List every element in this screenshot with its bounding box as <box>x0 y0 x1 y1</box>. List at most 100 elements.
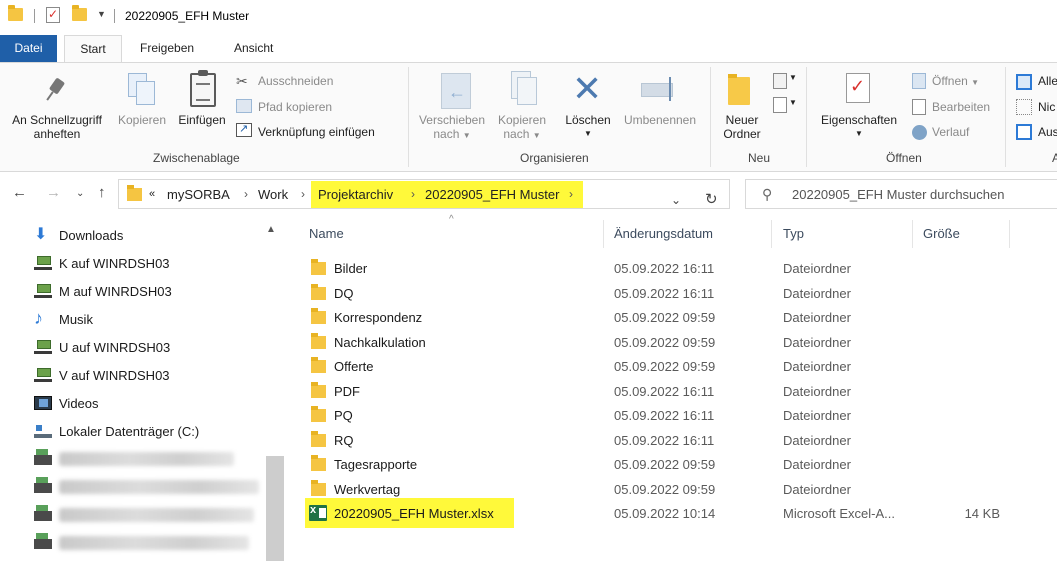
column-divider[interactable] <box>771 220 772 248</box>
select-all-button[interactable]: Alle <box>1038 74 1057 88</box>
table-row[interactable]: PDF 05.09.2022 16:11 Dateiordner <box>305 379 1025 403</box>
column-divider[interactable] <box>1009 220 1010 248</box>
breadcrumb-overflow[interactable]: « <box>149 188 155 200</box>
cut-button[interactable]: Ausschneiden <box>258 74 333 88</box>
breadcrumb-item-mysorba[interactable]: mySORBA <box>167 187 230 202</box>
table-row[interactable]: Tagesrapporte 05.09.2022 09:59 Dateiordn… <box>305 452 1025 476</box>
breadcrumb-chevron-icon[interactable]: › <box>301 187 305 201</box>
nav-item-redacted[interactable] <box>32 472 267 500</box>
paste-icon[interactable] <box>190 70 216 107</box>
breadcrumb-chevron-icon[interactable]: › <box>569 187 573 201</box>
column-header-type[interactable]: Typ <box>783 226 804 241</box>
copy-icon[interactable] <box>128 73 155 105</box>
invert-selection-button[interactable]: Aus <box>1038 125 1057 139</box>
copy-to-icon[interactable] <box>507 71 537 109</box>
file-type: Dateiordner <box>783 457 851 472</box>
new-item-icon[interactable] <box>773 73 787 89</box>
search-input[interactable]: 20220905_EFH Muster durchsuchen <box>792 187 1004 202</box>
chevron-down-icon[interactable]: ▼ <box>789 98 797 107</box>
paste-button[interactable]: Einfügen <box>172 113 232 127</box>
history-button[interactable]: Verlauf <box>932 125 969 139</box>
rename-button[interactable]: Umbenennen <box>617 113 703 127</box>
back-arrow-icon[interactable]: ← <box>12 184 27 201</box>
edit-button[interactable]: Bearbeiten <box>932 100 990 114</box>
copy-path-button[interactable]: Pfad kopieren <box>258 100 332 114</box>
column-header-size[interactable]: Größe <box>923 226 960 241</box>
nav-item-m-drive[interactable]: M auf WINRDSH03 <box>32 276 267 304</box>
move-to-icon[interactable] <box>441 73 471 109</box>
table-row[interactable]: Bilder 05.09.2022 16:11 Dateiordner <box>305 256 1025 280</box>
tab-share[interactable]: Freigeben <box>130 35 204 62</box>
up-arrow-icon[interactable]: ↑ <box>98 184 106 201</box>
column-divider[interactable] <box>603 220 604 248</box>
nav-item-downloads[interactable]: ⬇ Downloads <box>32 220 267 248</box>
tab-view[interactable]: Ansicht <box>224 35 283 62</box>
nav-item-v-drive[interactable]: V auf WINRDSH03 <box>32 360 267 388</box>
column-divider[interactable] <box>912 220 913 248</box>
nav-item-u-drive[interactable]: U auf WINRDSH03 <box>32 332 267 360</box>
chevron-down-icon: ▼ <box>855 129 863 138</box>
properties-quick-access-icon[interactable] <box>46 7 60 23</box>
nav-item-music[interactable]: ♪ Musik <box>32 304 267 332</box>
search-box[interactable]: ⚲ 20220905_EFH Muster durchsuchen <box>745 179 1057 209</box>
table-row[interactable]: Werkvertag 05.09.2022 09:59 Dateiordner <box>305 477 1025 501</box>
copy-to-button[interactable]: Kopieren nach ▼ <box>492 113 552 143</box>
chevron-down-icon[interactable]: ▼ <box>789 73 797 82</box>
copy-button[interactable]: Kopieren <box>113 113 171 127</box>
table-row[interactable]: 20220905_EFH Muster.xlsx 05.09.2022 10:1… <box>305 498 1025 528</box>
easy-access-icon[interactable] <box>773 97 787 113</box>
pin-to-quick-access-button[interactable]: An Schnellzugriff anheften <box>4 113 110 141</box>
address-bar[interactable]: « mySORBA › Work › Projektarchiv › 20220… <box>118 179 730 209</box>
select-none-button[interactable]: Nic <box>1038 100 1055 114</box>
download-icon: ⬇ <box>34 226 48 243</box>
nav-item-k-drive[interactable]: K auf WINRDSH03 <box>32 248 267 276</box>
new-folder-button[interactable]: Neuer Ordner <box>714 113 770 141</box>
nav-item-local-disk[interactable]: Lokaler Datenträger (C:) <box>32 416 267 444</box>
group-label-open: Öffnen <box>886 151 922 165</box>
tab-start[interactable]: Start <box>64 35 122 63</box>
scroll-up-arrow-icon[interactable]: ▲ <box>266 224 276 235</box>
pin-icon[interactable] <box>46 77 68 103</box>
properties-icon[interactable] <box>846 73 870 103</box>
breadcrumb-item-current[interactable]: 20220905_EFH Muster <box>425 187 559 202</box>
recent-locations-chevron-icon[interactable]: ⌄ <box>76 188 84 199</box>
table-row[interactable]: DQ 05.09.2022 16:11 Dateiordner <box>305 281 1025 305</box>
breadcrumb-chevron-icon[interactable]: › <box>244 187 248 201</box>
file-date: 05.09.2022 09:59 <box>614 334 716 350</box>
table-row[interactable]: Korrespondenz 05.09.2022 09:59 Dateiordn… <box>305 305 1025 329</box>
table-row[interactable]: Offerte 05.09.2022 09:59 Dateiordner <box>305 354 1025 378</box>
new-folder-quick-access-icon[interactable] <box>72 5 87 21</box>
scissors-icon: ✂ <box>236 73 248 89</box>
breadcrumb-chevron-icon[interactable]: › <box>411 187 415 201</box>
nav-item-redacted[interactable] <box>32 528 267 556</box>
move-label-text: nach <box>433 127 460 141</box>
properties-button[interactable]: Eigenschaften ▼ <box>812 113 906 141</box>
breadcrumb-item-work[interactable]: Work <box>258 187 288 202</box>
rename-icon[interactable] <box>641 77 677 101</box>
delete-button[interactable]: Löschen ▼ <box>560 113 616 141</box>
tab-file[interactable]: Datei <box>0 35 57 62</box>
table-row[interactable]: RQ 05.09.2022 16:11 Dateiordner <box>305 428 1025 452</box>
redacted-label <box>59 536 249 550</box>
address-dropdown-icon[interactable]: ⌄ <box>671 193 681 207</box>
nav-item-redacted[interactable] <box>32 444 267 472</box>
customize-quick-access-dropdown-icon[interactable]: ▼ <box>97 9 106 19</box>
column-header-date[interactable]: Änderungsdatum <box>614 226 713 241</box>
scrollbar-thumb[interactable] <box>266 456 284 561</box>
refresh-icon[interactable]: ↻ <box>705 190 718 208</box>
folder-icon <box>311 332 326 349</box>
table-row[interactable]: Nachkalkulation 05.09.2022 09:59 Dateior… <box>305 330 1025 354</box>
file-name: Nachkalkulation <box>334 334 426 350</box>
column-header-name[interactable]: Name <box>309 226 344 241</box>
nav-item-redacted[interactable] <box>32 500 267 528</box>
table-row[interactable]: PQ 05.09.2022 16:11 Dateiordner <box>305 403 1025 427</box>
move-to-button[interactable]: Verschieben nach ▼ <box>414 113 490 143</box>
paste-shortcut-button[interactable]: Verknüpfung einfügen <box>258 125 375 139</box>
open-button[interactable]: Öffnen ▼ <box>932 74 979 88</box>
new-folder-icon[interactable] <box>728 74 750 105</box>
forward-arrow-icon[interactable]: → <box>46 184 61 201</box>
breadcrumb-item-projektarchiv[interactable]: Projektarchiv <box>318 187 393 202</box>
nav-item-videos[interactable]: Videos <box>32 388 267 416</box>
network-drive-icon <box>34 505 52 521</box>
delete-icon[interactable]: ✕ <box>572 71 602 107</box>
